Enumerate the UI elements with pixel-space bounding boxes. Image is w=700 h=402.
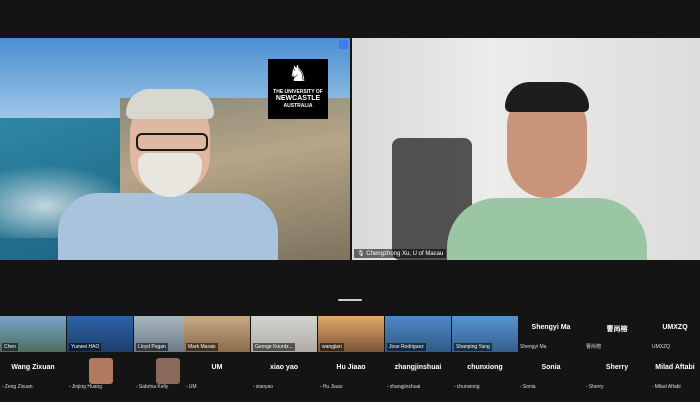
participant-label: ▪zhangjinshuai — [387, 384, 421, 390]
avatar — [156, 358, 180, 384]
participant-name: Mark Marais — [186, 343, 218, 351]
mic-muted-icon: ▪ — [186, 384, 188, 390]
mic-muted-icon: ▪ — [520, 384, 522, 390]
shirt — [58, 193, 278, 260]
participant-name-label: 🎙 Chengzhong Xu, U of Macau — [354, 249, 447, 258]
participant-name: Sherry — [605, 364, 629, 371]
participant-name: Wang Zixuan — [11, 364, 55, 371]
gallery-tile[interactable]: Sonia ▪Sonia — [518, 356, 584, 392]
participant-label: ▪Sonia — [520, 384, 536, 390]
gallery-tile[interactable]: Hu Jiaao ▪Hu Jiaao — [318, 356, 384, 392]
participant-name: UMXZQ — [662, 324, 688, 331]
gallery-tile[interactable]: Jose Rodriguez — [385, 316, 451, 352]
hair — [126, 89, 214, 119]
gallery-tile[interactable]: Yuewei HAO — [67, 316, 133, 352]
participant-label: ▪Zeng Zixuan — [2, 384, 33, 390]
main-video-tile[interactable]: ♞ THE UNIVERSITY OF NEWCASTLE AUSTRALIA — [0, 38, 350, 260]
gallery-tile[interactable]: chunxiong ▪chunxiong — [452, 356, 518, 392]
participant-label: ▪Sherry — [586, 384, 604, 390]
mic-muted-icon: ▪ — [69, 384, 71, 390]
gallery-tile[interactable]: Shanping Yang — [452, 316, 518, 352]
participant-label: ▪UM — [186, 384, 197, 390]
panel-resize-handle[interactable] — [338, 299, 362, 301]
participant-label: ▪xiaoyao — [253, 384, 274, 390]
mic-muted-icon: ▪ — [652, 384, 654, 390]
video-options-icon[interactable] — [339, 40, 348, 49]
gallery-tile[interactable]: Sherry ▪Sherry — [584, 356, 650, 392]
gallery-tile[interactable]: Milad Aftabi ▪Milad Aftabi — [650, 356, 700, 392]
mic-muted-icon: ▪ — [320, 384, 322, 390]
participant-name: Lloyd Pogan — [136, 343, 168, 351]
gallery-tile[interactable]: xiao yao ▪xiaoyao — [251, 356, 317, 392]
participant-name: George Kountz... — [253, 343, 295, 351]
mic-icon: 🎙 — [357, 251, 365, 257]
gallery-tile[interactable]: Shengyi Ma Shengyi Ma — [518, 316, 584, 352]
gallery-tile[interactable]: Chen — [0, 316, 66, 352]
gallery-tile[interactable]: zhangjinshuai ▪zhangjinshuai — [385, 356, 451, 392]
gallery-tile[interactable]: UM ▪UM — [184, 356, 250, 392]
participant-name: Milad Aftabi — [655, 364, 695, 371]
participant-label: ▪Sabrina Kelly — [136, 384, 169, 390]
mic-muted-icon: ▪ — [454, 384, 456, 390]
seahorse-icon: ♞ — [288, 61, 308, 86]
participant-name: chunxiong — [467, 364, 503, 371]
participant-label: ▪chunxiong — [454, 384, 480, 390]
participant-label: ▪Hu Jiaao — [320, 384, 343, 390]
participant-video-person — [58, 89, 278, 260]
mic-muted-icon: ▪ — [253, 384, 255, 390]
participant-video-person — [447, 82, 647, 260]
speaker-video-tile[interactable]: 🎙 Chengzhong Xu, U of Macau — [352, 38, 700, 260]
avatar — [89, 358, 113, 384]
mic-muted-icon: ▪ — [136, 384, 138, 390]
participant-name: xiao yao — [269, 364, 298, 371]
gallery-tile[interactable]: Wang Zixuan ▪Zeng Zixuan — [0, 356, 66, 392]
shirt — [447, 198, 647, 260]
participant-label: ▪Milad Aftabi — [652, 384, 681, 390]
participant-name: wangjian — [320, 343, 344, 351]
participant-name: Shanping Yang — [454, 343, 492, 351]
glasses — [136, 133, 208, 151]
participant-name: UM — [211, 364, 223, 371]
participant-name: Sonia — [541, 364, 561, 371]
gallery-tile[interactable]: ▪Jinjing Huang — [67, 356, 133, 392]
participant-name: 曹尚榕 — [606, 326, 628, 333]
participant-label: ▪Jinjing Huang — [69, 384, 103, 390]
mic-muted-icon: ▪ — [2, 384, 4, 390]
mic-muted-icon: ▪ — [586, 384, 588, 390]
participant-label: Shengyi Ma — [520, 344, 547, 350]
gallery-tile[interactable]: George Kountz... — [251, 316, 317, 352]
participant-name: Hu Jiaao — [336, 364, 366, 371]
participant-label: UMXZQ — [652, 344, 671, 350]
participant-label: 曹尚榕 — [586, 344, 602, 350]
speaker-name: Chengzhong Xu, U of Macau — [366, 251, 444, 257]
mic-muted-icon: ▪ — [387, 384, 389, 390]
gallery-tile[interactable]: wangjian — [318, 316, 384, 352]
beard — [138, 153, 202, 197]
hair — [505, 82, 589, 112]
participant-name: Yuewei HAO — [69, 343, 102, 351]
participant-name: Chen — [2, 343, 18, 351]
gallery-tile[interactable]: 曹尚榕 曹尚榕 — [584, 316, 650, 352]
gallery-tile[interactable]: UMXZQ UMXZQ — [650, 316, 700, 352]
participant-name: zhangjinshuai — [394, 364, 442, 371]
participant-name: Shengyi Ma — [531, 324, 571, 331]
participant-name: Jose Rodriguez — [387, 343, 426, 351]
gallery-tile[interactable]: Mark Marais — [184, 316, 250, 352]
